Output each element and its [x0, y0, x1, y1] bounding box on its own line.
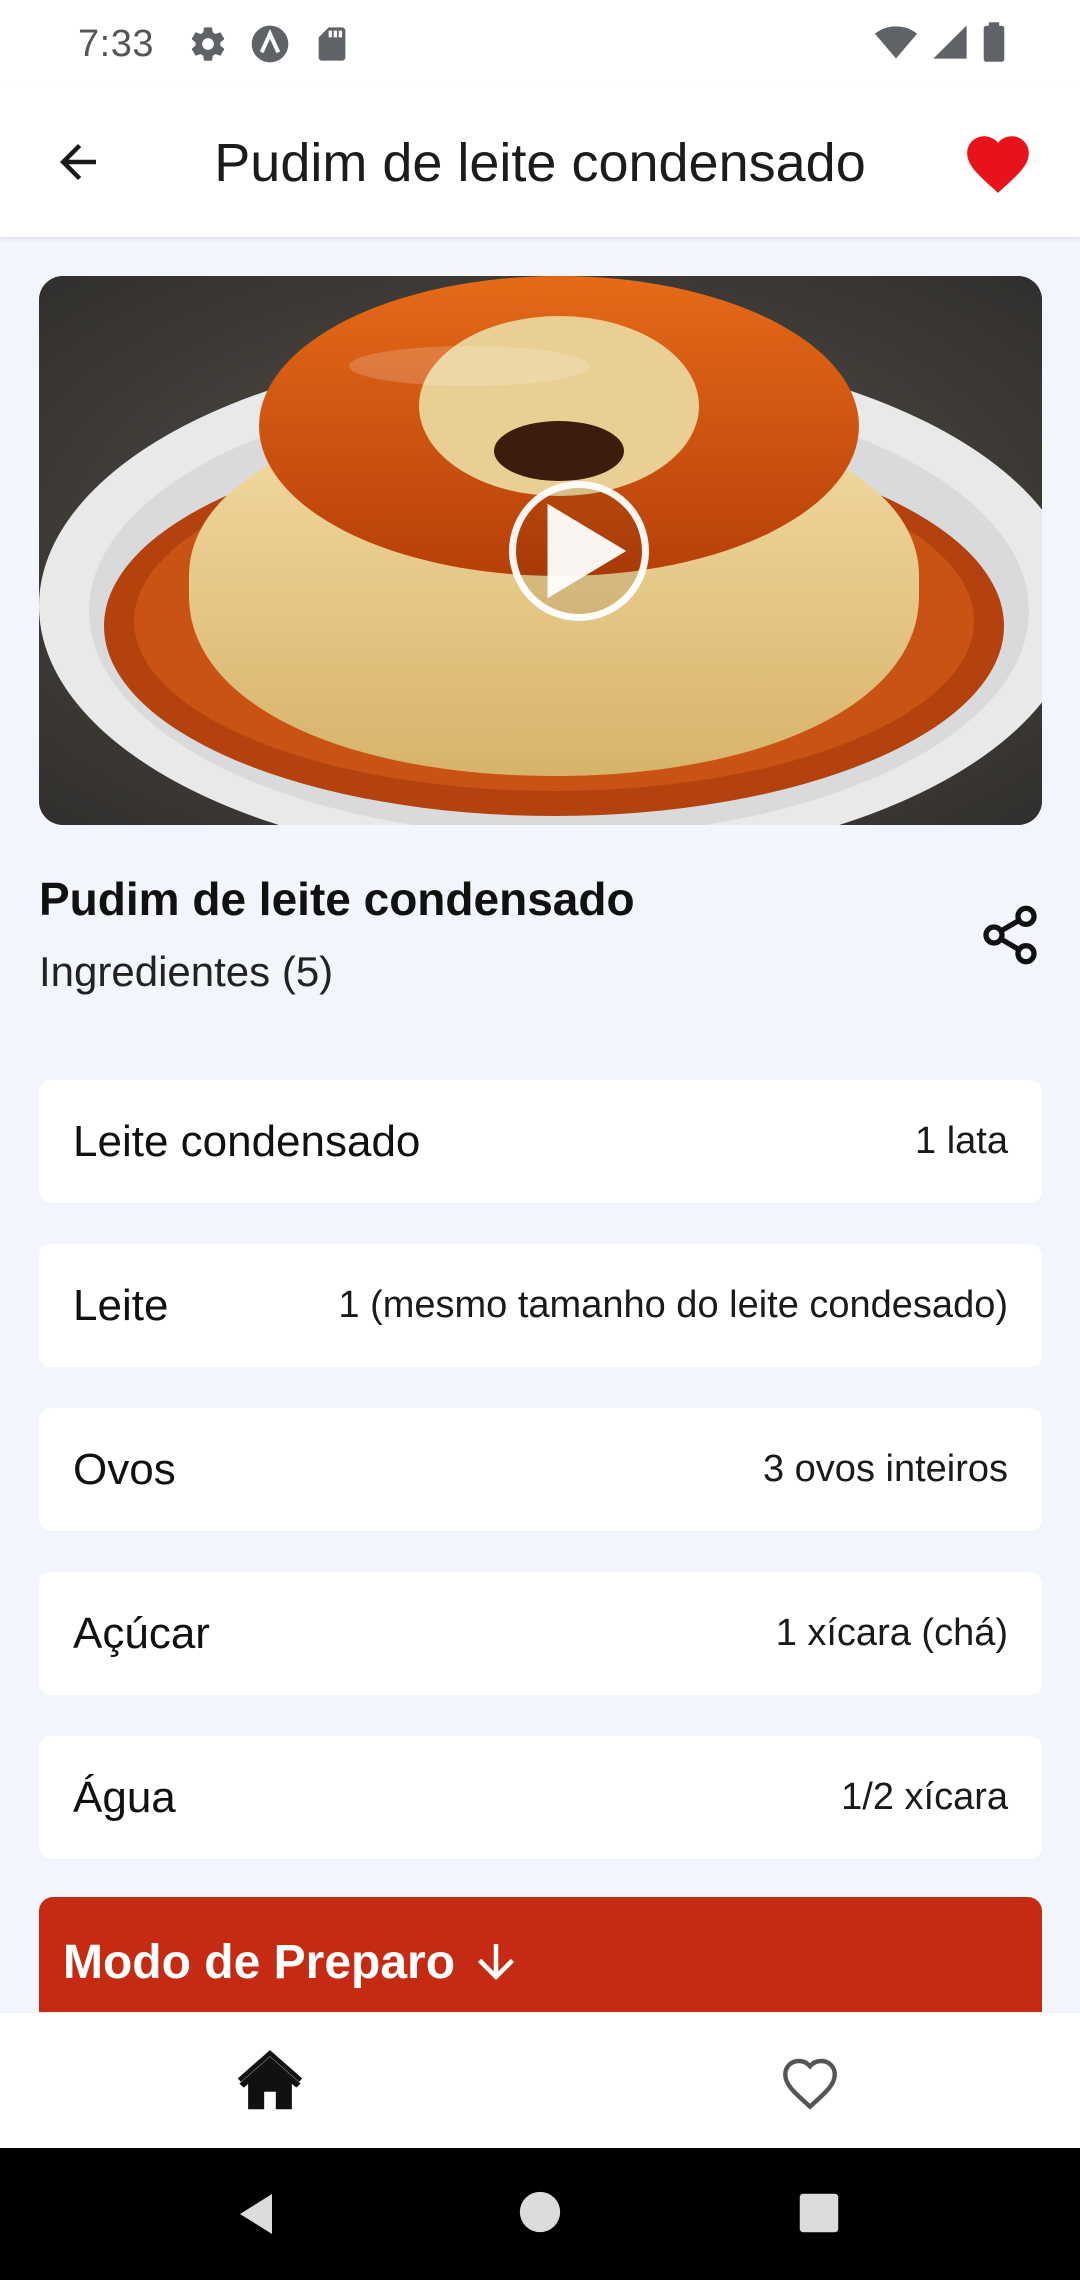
- system-back-button[interactable]: [232, 2190, 280, 2243]
- status-icons-left: [188, 24, 352, 64]
- recipe-video-thumbnail[interactable]: [39, 276, 1042, 825]
- preparation-mode-button[interactable]: Modo de Preparo: [39, 1897, 1042, 2027]
- bottom-navigation: [0, 2012, 1080, 2148]
- ingredient-quantity: 3 ovos inteiros: [762, 1448, 1008, 1490]
- ingredient-quantity: 1 lata: [915, 1120, 1008, 1162]
- system-home-button[interactable]: [518, 2190, 562, 2239]
- ingredient-item: Água 1/2 xícara: [39, 1736, 1042, 1859]
- ingredient-name: Leite: [73, 1280, 169, 1330]
- circle-home-icon: [519, 2191, 561, 2233]
- ingredient-name: Açúcar: [73, 1608, 210, 1658]
- home-icon: [237, 2050, 303, 2110]
- app-a-icon: [251, 25, 289, 63]
- system-recents-button[interactable]: [798, 2192, 840, 2239]
- page-title: Pudim de leite condensado: [214, 133, 866, 193]
- status-bar: 7:33: [0, 0, 1080, 88]
- favorite-button[interactable]: [958, 126, 1038, 202]
- nav-favorites-button[interactable]: [770, 2047, 850, 2119]
- nav-home-button[interactable]: [230, 2047, 310, 2119]
- recipe-name: Pudim de leite condensado: [39, 873, 635, 925]
- play-icon: [547, 503, 627, 599]
- system-navigation-bar: [0, 2148, 1080, 2280]
- ingredient-quantity: 1 xícara (chá): [775, 1612, 1008, 1654]
- ingredient-item: Ovos 3 ovos inteiros: [39, 1408, 1042, 1531]
- ingredient-list: Leite condensado 1 lata Leite 1 (mesmo t…: [39, 1080, 1042, 1900]
- preparation-mode-label: Modo de Preparo: [63, 1935, 456, 1989]
- settings-icon: [191, 27, 225, 61]
- ingredient-item: Leite condensado 1 lata: [39, 1080, 1042, 1203]
- ingredient-name: Água: [73, 1772, 176, 1822]
- play-video-button[interactable]: [509, 481, 649, 621]
- signal-icon: [933, 25, 967, 59]
- status-icons-right: [874, 20, 1006, 64]
- ingredient-item: Açúcar 1 xícara (chá): [39, 1572, 1042, 1695]
- share-button[interactable]: [970, 895, 1050, 975]
- arrow-down-icon: [469, 1935, 523, 1989]
- arrow-back-icon: [60, 144, 96, 180]
- heart-outline-icon: [783, 2058, 837, 2110]
- heart-filled-icon: [967, 136, 1029, 193]
- ingredients-heading: Ingredientes (5): [39, 948, 334, 995]
- ingredient-quantity: 1 (mesmo tamanho do leite condesado): [338, 1284, 1008, 1326]
- app-bar: Pudim de leite condensado: [0, 88, 1080, 238]
- back-button[interactable]: [42, 126, 114, 198]
- ingredient-name: Leite condensado: [73, 1116, 421, 1166]
- ingredient-item: Leite 1 (mesmo tamanho do leite condesad…: [39, 1244, 1042, 1367]
- battery-icon: [983, 22, 1005, 62]
- ingredient-quantity: 1/2 xícara: [841, 1776, 1008, 1818]
- status-time: 7:33: [78, 22, 154, 65]
- sd-card-icon: [318, 27, 346, 61]
- triangle-back-icon: [240, 2194, 272, 2234]
- square-recents-icon: [799, 2193, 839, 2233]
- ingredient-name: Ovos: [73, 1444, 176, 1494]
- recipe-detail-screen: 7:33 Pudim de leite condensado Pudim de …: [0, 0, 1080, 2280]
- share-icon: [983, 905, 1037, 965]
- wifi-icon: [874, 26, 918, 59]
